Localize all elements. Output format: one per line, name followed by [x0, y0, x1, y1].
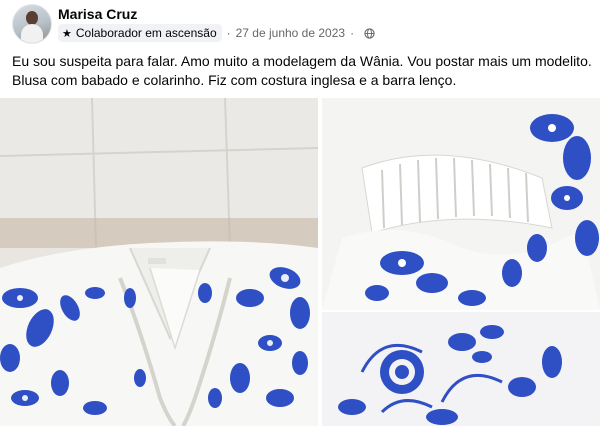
photo-fabric-print[interactable]	[322, 312, 600, 426]
meta-separator: ·	[226, 26, 231, 40]
meta-separator-2: ·	[350, 26, 355, 40]
post-date[interactable]: 27 de junho de 2023	[236, 26, 345, 40]
contributor-badge[interactable]: ★ Colaborador em ascensão	[58, 24, 222, 42]
photo-grid	[0, 98, 600, 426]
avatar-head	[26, 11, 38, 25]
author-name[interactable]: Marisa Cruz	[58, 6, 137, 22]
post-text-line: Blusa com babado e colarinho. Fiz com co…	[12, 72, 457, 88]
post-meta: ★ Colaborador em ascensão · 27 de junho …	[58, 24, 375, 42]
avatar[interactable]	[12, 4, 52, 44]
photo-ruffled-sleeve[interactable]	[322, 98, 600, 310]
post-text-line: Eu sou suspeita para falar. Amo muito a …	[12, 53, 592, 69]
photo-blouse-collar[interactable]	[0, 98, 318, 426]
star-icon: ★	[62, 27, 72, 40]
badge-label: Colaborador em ascensão	[75, 26, 217, 40]
avatar-body	[21, 24, 43, 43]
post-header: Marisa Cruz ★ Colaborador em ascensão · …	[0, 0, 600, 44]
post-text: Eu sou suspeita para falar. Amo muito a …	[12, 52, 592, 90]
globe-icon[interactable]	[364, 27, 375, 39]
